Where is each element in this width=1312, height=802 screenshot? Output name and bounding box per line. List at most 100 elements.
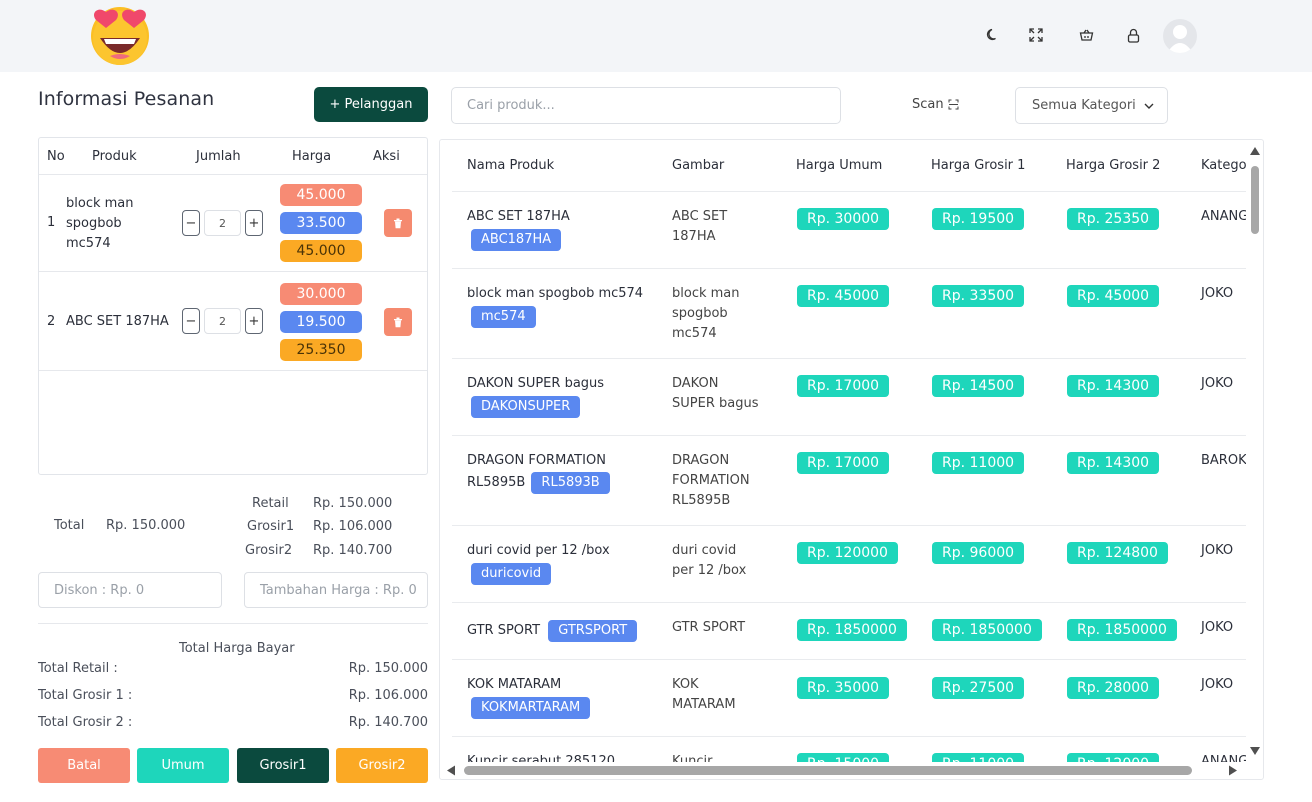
price-umum-badge: Rp. 35000: [797, 677, 890, 699]
avatar[interactable]: [1163, 19, 1197, 53]
cart-header-harga: Harga: [292, 149, 332, 164]
product-name-line: duri covid per 12 /box: [467, 543, 610, 558]
summary-retail-label: Total Retail :: [38, 661, 118, 676]
image-alt-line: RL5895B: [672, 493, 731, 508]
increment-button[interactable]: +: [245, 210, 263, 236]
image-alt-line: per 12 /box: [672, 563, 747, 578]
product-name-line: RL5895B: [467, 475, 526, 490]
basket-icon[interactable]: [1077, 26, 1095, 44]
retail-value: Rp. 150.000: [313, 496, 393, 511]
product-code-badge: GTRSPORT: [548, 620, 638, 642]
quantity-input[interactable]: 2: [204, 308, 241, 334]
price-grosir1-pill[interactable]: 19.500: [280, 311, 362, 333]
product-name-line: KOK MATARAM: [467, 677, 562, 692]
image-alt-line: spogbob: [672, 306, 728, 321]
summary-grosir2-value: Rp. 140.700: [348, 715, 428, 730]
summary-grosir1-value: Rp. 106.000: [348, 688, 428, 703]
pay-umum-button[interactable]: Umum: [137, 748, 229, 783]
category-select[interactable]: Semua Kategori: [1015, 87, 1168, 124]
trash-icon: [394, 218, 402, 228]
pay-grosir2-button[interactable]: Grosir2: [336, 748, 428, 783]
price-grosir2-pill[interactable]: 25.350: [280, 339, 362, 361]
product-name: Kuncir serabut 285120: [467, 752, 615, 762]
price-grosir1-badge: Rp. 27500: [932, 677, 1025, 699]
emoji-logo-icon: [86, 2, 154, 66]
increment-button[interactable]: +: [245, 308, 263, 334]
image-alt-line: DAKON: [672, 376, 719, 391]
horizontal-scroll-thumb[interactable]: [464, 766, 1192, 775]
summary-heading: Total Harga Bayar: [179, 641, 295, 656]
product-category: JOKO: [1201, 376, 1234, 391]
horizontal-scrollbar[interactable]: [444, 762, 1244, 778]
image-alt-line: duri covid: [672, 543, 737, 558]
price-umum-badge: Rp. 15000: [797, 753, 890, 762]
scroll-right-arrow-icon[interactable]: [1228, 765, 1238, 776]
divider: [452, 736, 1246, 737]
delete-button[interactable]: [384, 209, 412, 237]
product-name-line: block man: [66, 196, 134, 211]
column-header-name: Nama Produk: [467, 158, 555, 173]
decrement-button[interactable]: −: [182, 308, 200, 334]
product-name-line: spogbob: [66, 216, 122, 231]
product-search-input[interactable]: Cari produk...: [451, 87, 841, 124]
price-retail-pill[interactable]: 45.000: [280, 184, 362, 206]
column-header-harga-umum: Harga Umum: [796, 158, 883, 173]
cart-header-no: No: [47, 149, 65, 164]
cart-row-no: 2: [47, 314, 56, 329]
divider: [452, 525, 1246, 526]
total-value: Rp. 150.000: [106, 518, 186, 533]
price-retail-pill[interactable]: 30.000: [280, 283, 362, 305]
image-alt-line: mc574: [672, 326, 717, 341]
price-grosir1-badge: Rp. 33500: [932, 285, 1025, 307]
product-category: JOKO: [1201, 286, 1234, 301]
product-code-badge: RL5893B: [531, 472, 610, 494]
price-grosir1-badge: Rp. 19500: [932, 208, 1025, 230]
product-name: DRAGON FORMATION RL5895B RL5893B: [467, 451, 610, 494]
vertical-scrollbar[interactable]: [1248, 144, 1262, 760]
add-customer-button[interactable]: + Pelanggan: [314, 87, 428, 122]
price-grosir2-badge: Rp. 25350: [1067, 208, 1160, 230]
discount-input[interactable]: Diskon : Rp. 0: [38, 572, 222, 608]
product-name-line: DAKON SUPER bagus: [467, 376, 605, 391]
pay-grosir1-button[interactable]: Grosir1: [237, 748, 329, 783]
scan-button[interactable]: Scan: [912, 97, 959, 112]
divider: [452, 191, 1246, 192]
lock-icon[interactable]: [1124, 26, 1142, 44]
quantity-input[interactable]: 2: [204, 210, 241, 236]
divider: [452, 435, 1246, 436]
summary-retail-value: Rp. 150.000: [348, 661, 428, 676]
column-header-grosir1: Harga Grosir 1: [931, 158, 1026, 173]
price-grosir2-pill[interactable]: 45.000: [280, 240, 362, 262]
cancel-button[interactable]: Batal: [38, 748, 130, 783]
summary-grosir2-label: Total Grosir 2 :: [38, 715, 133, 730]
image-alt-line: SUPER bagus: [672, 396, 759, 411]
scroll-left-arrow-icon[interactable]: [446, 765, 456, 776]
product-table: Nama Produk Gambar Harga Umum Harga Gros…: [439, 139, 1264, 780]
cart-header-produk: Produk: [92, 149, 137, 164]
product-name-line: GTR SPORT: [467, 623, 541, 638]
divider: [452, 268, 1246, 269]
scroll-up-arrow-icon[interactable]: [1249, 146, 1261, 156]
decrement-button[interactable]: −: [182, 210, 200, 236]
price-grosir1-pill[interactable]: 33.500: [280, 212, 362, 234]
cart-row-product: block man spogbob mc574: [66, 194, 134, 254]
price-grosir2-badge: Rp. 124800: [1067, 542, 1168, 564]
delete-button[interactable]: [384, 308, 412, 336]
scroll-down-arrow-icon[interactable]: [1249, 746, 1261, 756]
vertical-scroll-thumb[interactable]: [1251, 166, 1259, 234]
extra-charge-input[interactable]: Tambahan Harga : Rp. 0: [244, 572, 428, 608]
image-alt-line: 187HA: [672, 229, 716, 244]
divider: [38, 623, 428, 624]
price-grosir2-badge: Rp. 14300: [1067, 452, 1160, 474]
product-category: JOKO: [1201, 543, 1234, 558]
total-label: Total: [54, 518, 85, 533]
product-image-alt: GTR SPORT: [672, 618, 745, 638]
divider: [452, 659, 1246, 660]
grosir1-value: Rp. 106.000: [313, 519, 393, 534]
price-grosir2-badge: Rp. 12000: [1067, 753, 1160, 762]
product-image-alt: ABC SET 187HA: [672, 207, 727, 247]
moon-icon[interactable]: [984, 26, 1002, 44]
divider: [452, 358, 1246, 359]
chevron-down-icon: [1144, 103, 1154, 109]
fullscreen-icon[interactable]: [1027, 26, 1045, 44]
